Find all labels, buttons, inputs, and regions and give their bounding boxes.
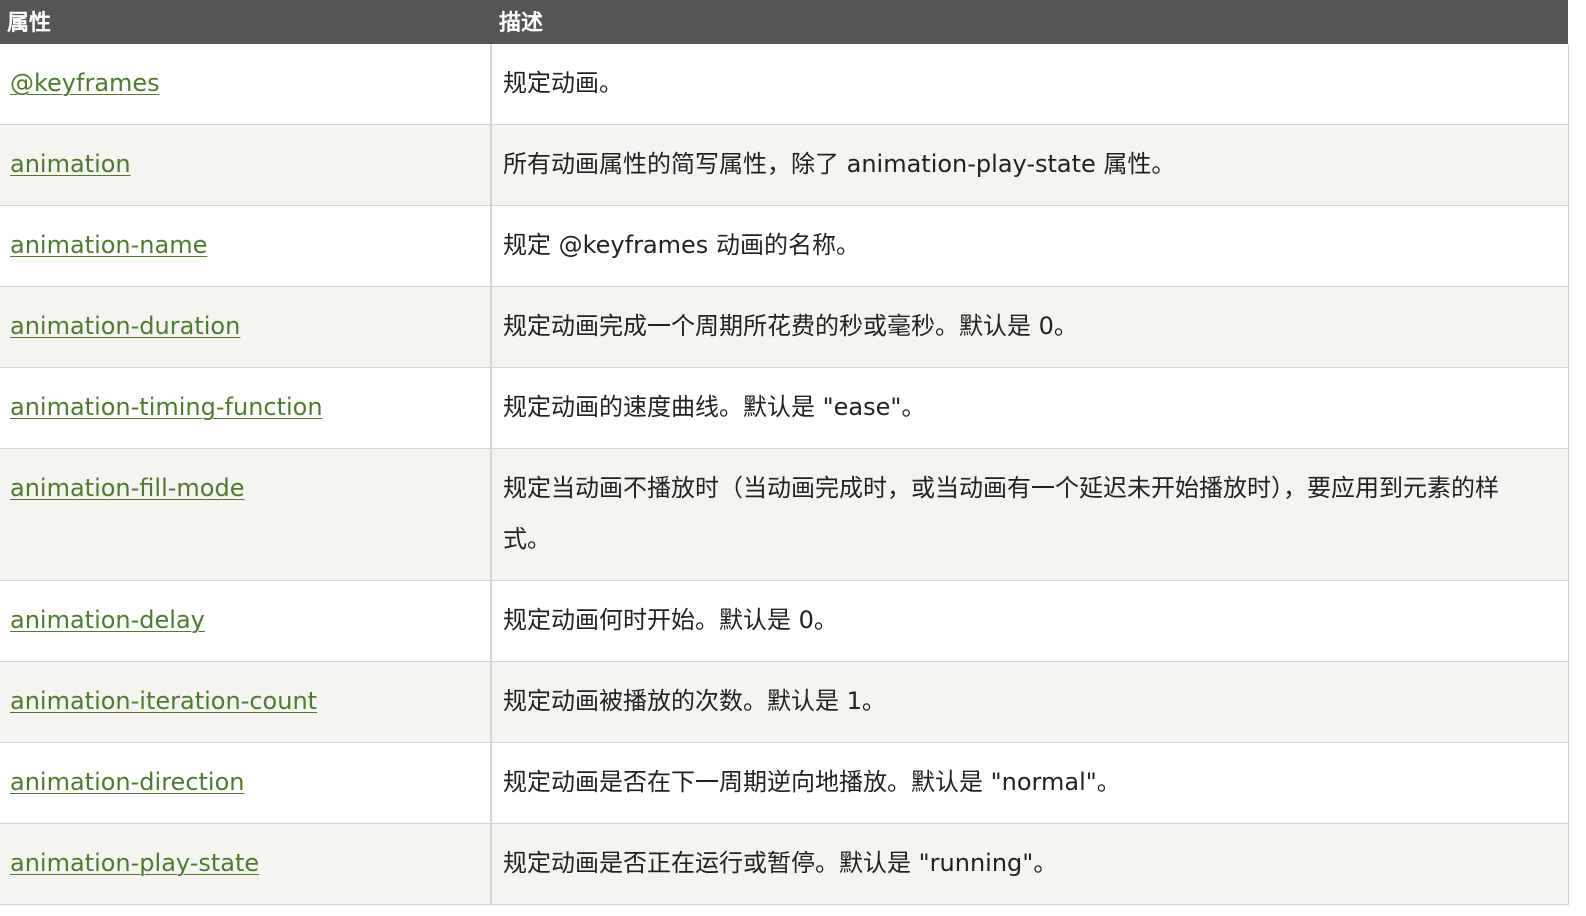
table-row: animation-name 规定 @keyframes 动画的名称。	[0, 205, 1569, 287]
table-row: animation-fill-mode 规定当动画不播放时（当动画完成时，或当动…	[0, 448, 1569, 581]
description-cell: 规定动画何时开始。默认是 0。	[491, 580, 1569, 662]
property-cell: animation-fill-mode	[0, 448, 492, 581]
property-cell: animation-name	[0, 205, 492, 287]
table-row: animation-play-state 规定动画是否正在运行或暂停。默认是 "…	[0, 823, 1569, 905]
property-cell: animation-timing-function	[0, 367, 492, 449]
property-link-animation-name[interactable]: animation-name	[10, 231, 207, 259]
property-link-animation-timing-function[interactable]: animation-timing-function	[10, 393, 323, 421]
table-row: animation-delay 规定动画何时开始。默认是 0。	[0, 580, 1569, 662]
property-cell: animation	[0, 124, 492, 206]
property-link-animation[interactable]: animation	[10, 150, 131, 178]
table-row: animation-direction 规定动画是否在下一周期逆向地播放。默认是…	[0, 742, 1569, 824]
table-header: 属性 描述	[0, 0, 1568, 44]
description-cell: 规定动画被播放的次数。默认是 1。	[491, 661, 1569, 743]
table-row: animation-timing-function 规定动画的速度曲线。默认是 …	[0, 367, 1569, 449]
description-cell: 规定动画。	[491, 44, 1569, 125]
property-link-animation-play-state[interactable]: animation-play-state	[10, 849, 259, 877]
description-column-header: 描述	[499, 11, 544, 36]
property-link-animation-delay[interactable]: animation-delay	[10, 606, 205, 634]
property-link-animation-direction[interactable]: animation-direction	[10, 768, 244, 796]
property-cell: animation-play-state	[0, 823, 492, 905]
property-link-animation-iteration-count[interactable]: animation-iteration-count	[10, 687, 317, 715]
header-row: 属性 描述	[0, 0, 1568, 44]
description-cell: 规定动画是否在下一周期逆向地播放。默认是 "normal"。	[491, 742, 1569, 824]
property-link-animation-duration[interactable]: animation-duration	[10, 312, 240, 340]
property-cell: animation-duration	[0, 286, 492, 368]
table-row: animation-iteration-count 规定动画被播放的次数。默认是…	[0, 661, 1569, 743]
table-body: @keyframes 规定动画。 animation 所有动画属性的简写属性，除…	[0, 44, 1569, 905]
description-cell: 所有动画属性的简写属性，除了 animation-play-state 属性。	[491, 124, 1569, 206]
table-row: @keyframes 规定动画。	[0, 44, 1569, 125]
property-cell: @keyframes	[0, 44, 492, 125]
property-column-header: 属性	[7, 11, 52, 36]
description-cell: 规定动画是否正在运行或暂停。默认是 "running"。	[491, 823, 1569, 905]
property-link-animation-fill-mode[interactable]: animation-fill-mode	[10, 474, 244, 502]
css-animation-properties-table: 属性 描述 @keyframes 规定动画。 animation 所有动画属性的…	[0, 0, 1569, 905]
table-row: animation 所有动画属性的简写属性，除了 animation-play-…	[0, 124, 1569, 206]
description-cell: 规定 @keyframes 动画的名称。	[491, 205, 1569, 287]
description-cell: 规定动画完成一个周期所花费的秒或毫秒。默认是 0。	[491, 286, 1569, 368]
table-row: animation-duration 规定动画完成一个周期所花费的秒或毫秒。默认…	[0, 286, 1569, 368]
description-cell: 规定当动画不播放时（当动画完成时，或当动画有一个延迟未开始播放时），要应用到元素…	[491, 448, 1569, 581]
property-link-keyframes[interactable]: @keyframes	[10, 69, 160, 97]
description-cell: 规定动画的速度曲线。默认是 "ease"。	[491, 367, 1569, 449]
property-cell: animation-direction	[0, 742, 492, 824]
property-cell: animation-iteration-count	[0, 661, 492, 743]
property-cell: animation-delay	[0, 580, 492, 662]
